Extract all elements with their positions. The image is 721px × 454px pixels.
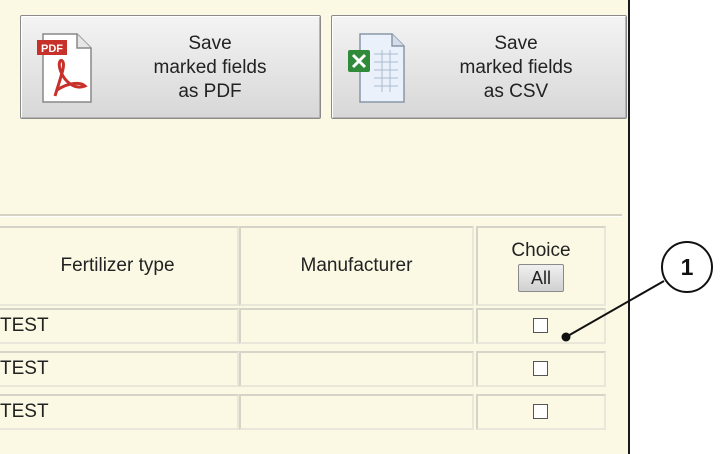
save-csv-button[interactable]: Save marked fields as CSV <box>331 15 627 119</box>
row-2-checkbox[interactable] <box>533 361 548 376</box>
fertilizer-panel: PDF Save marked fields as PDF Save marke… <box>0 0 630 454</box>
column-header-choice: Choice All <box>476 226 606 306</box>
table-row-3-choice <box>476 394 606 430</box>
pdf-file-icon: PDF <box>37 33 92 103</box>
table-row-2-manufacturer <box>239 351 474 387</box>
table-row-3-fertilizer-type: TEST <box>0 394 239 430</box>
save-pdf-button[interactable]: PDF Save marked fields as PDF <box>20 15 321 119</box>
table-row-1-manufacturer <box>239 308 474 344</box>
pdf-icon-text: PDF <box>41 43 63 55</box>
column-header-manufacturer: Manufacturer <box>239 226 474 306</box>
column-header-fertilizer-type: Fertilizer type <box>0 226 239 306</box>
separator <box>0 214 622 217</box>
table-row-1-fertilizer-type: TEST <box>0 308 239 344</box>
callout-badge: 1 <box>661 241 713 293</box>
save-csv-label: Save marked fields as CSV <box>459 33 573 102</box>
excel-file-icon <box>348 33 405 103</box>
row-1-checkbox[interactable] <box>533 318 548 333</box>
select-all-button[interactable]: All <box>518 264 564 292</box>
row-3-checkbox[interactable] <box>533 404 548 419</box>
table-row-2-choice <box>476 351 606 387</box>
save-pdf-label: Save marked fields as PDF <box>153 33 267 102</box>
table-row-1-choice <box>476 308 606 344</box>
table-row-2-fertilizer-type: TEST <box>0 351 239 387</box>
table-row-3-manufacturer <box>239 394 474 430</box>
